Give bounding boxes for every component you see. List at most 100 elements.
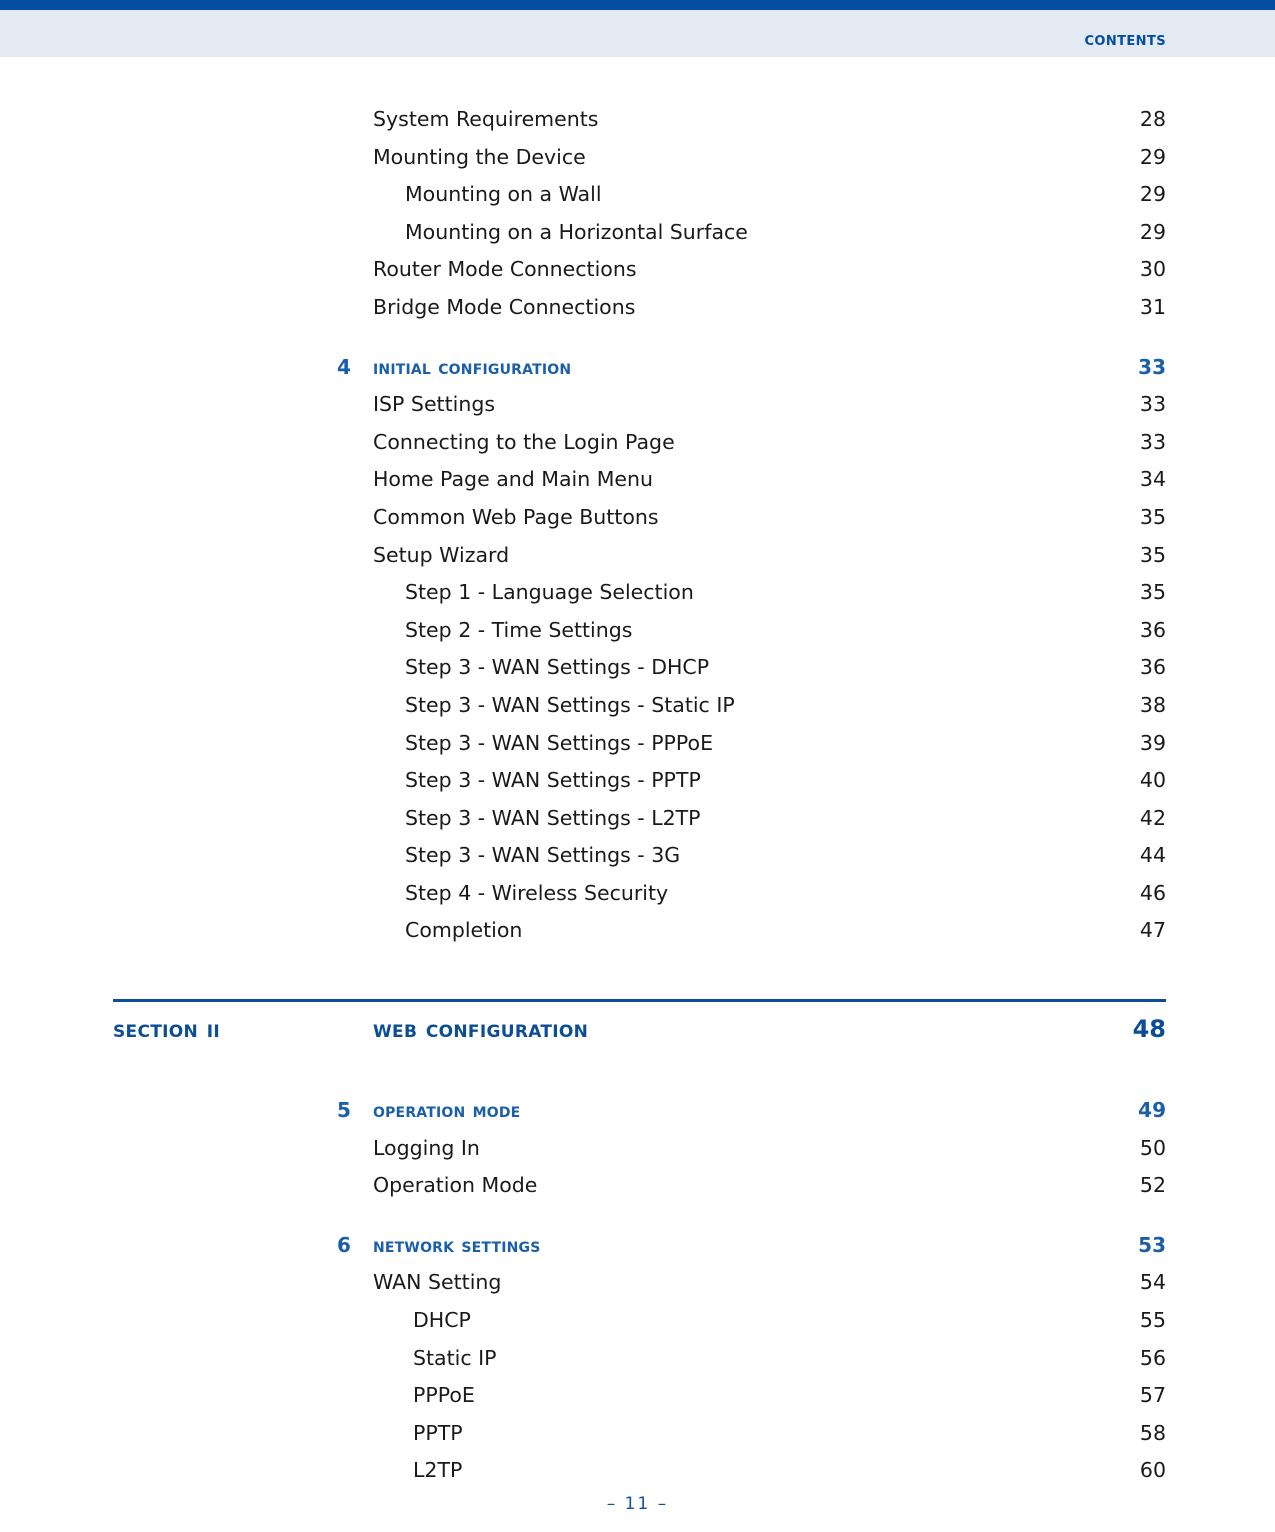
toc-chapter-number: 6 <box>337 1232 351 1257</box>
toc-entry[interactable]: Step 4 - Wireless Security 46 <box>0 878 1275 916</box>
toc-entry-page: 35 <box>1139 542 1166 567</box>
toc-entry[interactable]: Logging In 50 <box>0 1133 1275 1171</box>
toc-entry-page: 57 <box>1139 1383 1166 1408</box>
toc-entry[interactable]: Step 3 - WAN Settings - PPTP 40 <box>0 765 1275 803</box>
toc-entry[interactable]: Step 3 - WAN Settings - 3G 44 <box>0 840 1275 878</box>
toc-entry-page: 42 <box>1139 805 1166 830</box>
toc-chapter-heading[interactable]: 4 Initial Configuration 33 <box>0 352 1275 390</box>
toc-entry-label: Step 3 - WAN Settings - DHCP <box>405 655 710 680</box>
toc-entry-label: PPTP <box>413 1420 463 1445</box>
toc-entry-label: Mounting on a Horizontal Surface <box>405 219 748 244</box>
toc-entry-label: PPPoE <box>413 1383 475 1408</box>
toc-chapter-number: 5 <box>337 1098 351 1123</box>
toc-entry[interactable]: PPTP 58 <box>0 1418 1275 1456</box>
section-divider-rule <box>113 999 1166 1003</box>
toc-entry[interactable]: Step 3 - WAN Settings - L2TP 42 <box>0 803 1275 841</box>
toc-chapter-label: Network Settings <box>373 1232 541 1257</box>
toc-entry[interactable]: Operation Mode 52 <box>0 1170 1275 1208</box>
toc-entry-label: Operation Mode <box>373 1173 538 1198</box>
toc-chapter-page: 49 <box>1138 1098 1166 1123</box>
toc-entry-label: Step 4 - Wireless Security <box>405 880 669 905</box>
toc-entry-page: 50 <box>1139 1135 1166 1160</box>
toc-entry-page: 29 <box>1139 182 1166 207</box>
toc-entry-page: 31 <box>1139 294 1166 319</box>
toc-entry-label: Bridge Mode Connections <box>373 294 636 319</box>
toc-entry-label: Home Page and Main Menu <box>373 467 654 492</box>
toc-chapter-page: 53 <box>1138 1232 1166 1257</box>
toc-entry[interactable]: L2TP 60 <box>0 1455 1275 1493</box>
toc-chapter-heading[interactable]: 5 Operation Mode 49 <box>0 1095 1275 1133</box>
table-of-contents: System Requirements 28 Mounting the Devi… <box>0 104 1275 1493</box>
toc-entry[interactable]: WAN Setting 54 <box>0 1267 1275 1305</box>
toc-entry-page: 35 <box>1139 580 1166 605</box>
contents-page: Contents System Requirements 28 Mounting… <box>0 0 1275 1532</box>
toc-entry[interactable]: Common Web Page Buttons 35 <box>0 502 1275 540</box>
toc-entry-page: 35 <box>1139 504 1166 529</box>
toc-entry[interactable]: PPPoE 57 <box>0 1380 1275 1418</box>
toc-entry[interactable]: Connecting to the Login Page 33 <box>0 427 1275 465</box>
toc-chapter-label: Operation Mode <box>373 1098 521 1123</box>
toc-entry-page: 29 <box>1139 219 1166 244</box>
toc-entry-label: Logging In <box>373 1135 480 1160</box>
toc-entry[interactable]: System Requirements 28 <box>0 104 1275 142</box>
toc-entry-label: WAN Setting <box>373 1270 502 1295</box>
toc-entry-page: 47 <box>1139 918 1166 943</box>
toc-entry[interactable]: Mounting the Device 29 <box>0 142 1275 180</box>
toc-entry-page: 58 <box>1139 1420 1166 1445</box>
toc-entry[interactable]: Step 2 - Time Settings 36 <box>0 615 1275 653</box>
toc-entry-label: Connecting to the Login Page <box>373 429 675 454</box>
toc-entry-page: 33 <box>1139 429 1166 454</box>
header-top-rule <box>0 0 1275 10</box>
toc-entry-page: 46 <box>1139 880 1166 905</box>
toc-entry-label: L2TP <box>413 1458 463 1483</box>
toc-entry-page: 55 <box>1139 1308 1166 1333</box>
toc-entry-page: 34 <box>1139 467 1166 492</box>
toc-entry-label: Step 3 - WAN Settings - 3G <box>405 843 681 868</box>
toc-entry-label: Step 1 - Language Selection <box>405 580 694 605</box>
section-divider[interactable]: Section II Web Configuration 48 <box>0 999 1275 1073</box>
toc-entry[interactable]: ISP Settings 33 <box>0 389 1275 427</box>
toc-entry[interactable]: Step 3 - WAN Settings - PPPoE 39 <box>0 728 1275 766</box>
toc-entry-page: 39 <box>1139 730 1166 755</box>
toc-entry-label: Common Web Page Buttons <box>373 504 659 529</box>
toc-entry-page: 56 <box>1139 1345 1166 1370</box>
toc-entry-label: Step 3 - WAN Settings - PPPoE <box>405 730 714 755</box>
toc-entry[interactable]: Static IP 56 <box>0 1343 1275 1381</box>
section-title-label: Web Configuration <box>373 1015 589 1044</box>
page-footer: – 11 – <box>606 1494 669 1514</box>
toc-entry-page: 29 <box>1139 144 1166 169</box>
toc-entry-page: 36 <box>1139 655 1166 680</box>
page-title: Contents <box>1084 28 1166 50</box>
toc-entry[interactable]: Setup Wizard 35 <box>0 540 1275 578</box>
toc-entry-page: 36 <box>1139 617 1166 642</box>
toc-entry[interactable]: Completion 47 <box>0 915 1275 953</box>
toc-entry-page: 38 <box>1139 692 1166 717</box>
toc-entry[interactable]: Home Page and Main Menu 34 <box>0 464 1275 502</box>
section-number-label: Section II <box>113 1015 220 1044</box>
toc-entry[interactable]: Mounting on a Wall 29 <box>0 179 1275 217</box>
toc-entry[interactable]: Bridge Mode Connections 31 <box>0 292 1275 330</box>
toc-entry[interactable]: Step 3 - WAN Settings - Static IP 38 <box>0 690 1275 728</box>
toc-entry-label: Step 3 - WAN Settings - PPTP <box>405 768 701 793</box>
toc-entry[interactable]: Mounting on a Horizontal Surface 29 <box>0 217 1275 255</box>
toc-entry-label: Mounting on a Wall <box>405 182 602 207</box>
toc-entry-label: Step 3 - WAN Settings - L2TP <box>405 805 701 830</box>
toc-entry-label: Mounting the Device <box>373 144 586 169</box>
toc-entry[interactable]: Router Mode Connections 30 <box>0 254 1275 292</box>
toc-entry-label: Step 3 - WAN Settings - Static IP <box>405 692 735 717</box>
toc-entry-label: DHCP <box>413 1308 471 1333</box>
toc-chapter-label: Initial Configuration <box>373 354 572 379</box>
toc-chapter-heading[interactable]: 6 Network Settings 53 <box>0 1230 1275 1268</box>
toc-entry[interactable]: DHCP 55 <box>0 1305 1275 1343</box>
toc-entry[interactable]: Step 3 - WAN Settings - DHCP 36 <box>0 652 1275 690</box>
section-page-number: 48 <box>1132 1015 1166 1044</box>
toc-entry-label: Step 2 - Time Settings <box>405 617 633 642</box>
toc-entry-page: 33 <box>1139 392 1166 417</box>
toc-entry[interactable]: Step 1 - Language Selection 35 <box>0 577 1275 615</box>
toc-entry-label: Completion <box>405 918 523 943</box>
toc-entry-label: ISP Settings <box>373 392 496 417</box>
